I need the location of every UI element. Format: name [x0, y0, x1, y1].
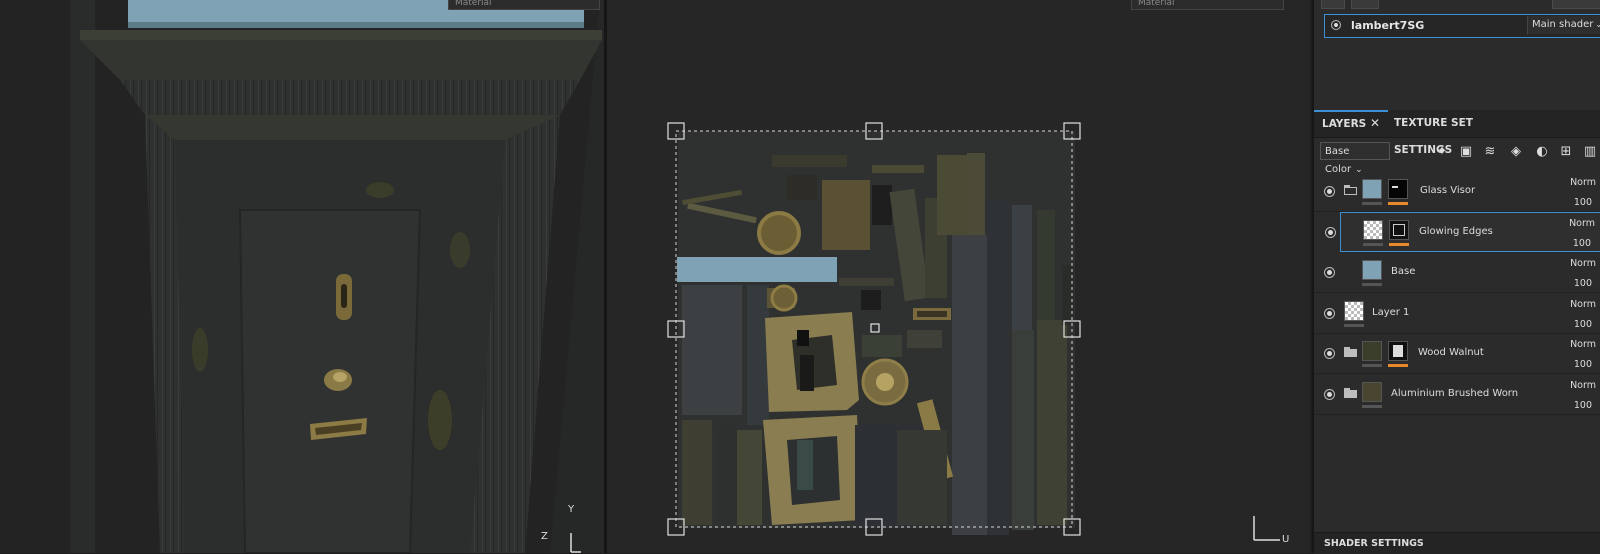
right-panel: lambert7SG Main shader ⌄ LAYERS ✕ TEXTURE… — [1312, 0, 1600, 554]
texture-set-row[interactable]: lambert7SG Main shader ⌄ — [1324, 14, 1600, 38]
folder-icon[interactable] — [1344, 185, 1357, 195]
layer-blend-mode[interactable]: Norm — [1570, 258, 1596, 269]
layer-blend-mode[interactable]: Norm — [1570, 177, 1596, 188]
layer-blend-mode[interactable]: Norm — [1569, 218, 1595, 229]
channel-dropdown-label: Base Color — [1325, 146, 1352, 175]
eye-icon[interactable] — [1324, 186, 1335, 197]
axis-z-label: Z — [541, 531, 548, 542]
fill-layer-icon[interactable]: ▣ — [1458, 144, 1474, 160]
layer-opacity[interactable]: 100 — [1573, 238, 1591, 249]
layers-toolbar: Base Color ⌄ ✦ ▣ ≋ ◈ ◐ ⊞ ▥ — [1314, 138, 1600, 175]
mask-icon[interactable]: ◐ — [1534, 144, 1550, 160]
mask-underline — [1388, 202, 1408, 205]
thumbnail-underline — [1363, 243, 1383, 246]
folder-icon[interactable] — [1344, 388, 1357, 398]
close-icon[interactable]: ✕ — [1370, 110, 1380, 137]
thumbnail-underline — [1362, 364, 1382, 367]
thumbnail-underline — [1362, 283, 1382, 286]
stack-layer-icon[interactable]: ≋ — [1482, 144, 1498, 160]
layer-name: Aluminium Brushed Worn — [1391, 388, 1519, 399]
layer-opacity[interactable]: 100 — [1574, 359, 1592, 370]
trash-icon[interactable]: ▥ — [1582, 144, 1598, 160]
mask-underline — [1388, 364, 1408, 367]
layer-opacity[interactable]: 100 — [1574, 278, 1592, 289]
top-button-stub-2[interactable] — [1351, 0, 1379, 9]
axis-gizmo-2d — [1250, 508, 1285, 546]
layer-row[interactable]: Aluminium Brushed Worn Norm 100 — [1314, 375, 1600, 415]
layer-row[interactable]: Layer 1 Norm 100 — [1314, 294, 1600, 334]
layer-blend-mode[interactable]: Norm — [1570, 339, 1596, 350]
uv-selection-frame[interactable] — [607, 0, 1310, 553]
eye-icon[interactable] — [1324, 267, 1335, 278]
thumbnail-underline — [1344, 324, 1364, 327]
layer-name: Layer 1 — [1372, 307, 1410, 318]
mask-thumbnail[interactable] — [1389, 220, 1409, 240]
layer-name: Wood Walnut — [1418, 347, 1484, 358]
thumbnail-underline — [1362, 405, 1382, 408]
layer-thumbnail — [1344, 301, 1364, 321]
viewport-3d[interactable]: Material Y Z — [0, 0, 604, 553]
paint-bucket-icon[interactable]: ◈ — [1508, 144, 1524, 160]
axis-y-label: Y — [568, 504, 575, 515]
layer-thumbnail — [1362, 179, 1382, 199]
thumbnail-underline — [1362, 202, 1382, 205]
eye-icon[interactable] — [1324, 348, 1335, 359]
mask-thumbnail[interactable] — [1388, 341, 1408, 361]
layer-blend-mode[interactable]: Norm — [1570, 380, 1596, 391]
axis-u-label: U — [1282, 534, 1290, 545]
shader-dropdown-label: Main shader — [1532, 19, 1594, 30]
layer-opacity[interactable]: 100 — [1574, 400, 1592, 411]
material-dropdown-3d-label: Material — [455, 0, 492, 8]
magic-wand-icon[interactable]: ✦ — [1434, 144, 1450, 160]
layer-opacity[interactable]: 100 — [1574, 319, 1592, 330]
layer-row[interactable]: Glass Visor Norm 100 — [1314, 172, 1600, 212]
shader-settings-header[interactable]: SHADER SETTINGS — [1314, 532, 1600, 554]
tab-texture-set-settings[interactable]: TEXTURE SET SETTINGS — [1394, 110, 1518, 156]
layer-name: Base — [1391, 266, 1416, 277]
eye-icon[interactable] — [1325, 227, 1336, 238]
door-model — [70, 0, 604, 553]
layer-thumbnail — [1362, 341, 1382, 361]
layer-thumbnail — [1362, 382, 1382, 402]
chevron-down-icon: ⌄ — [1595, 20, 1600, 29]
mask-thumbnail[interactable] — [1388, 179, 1408, 199]
layer-name: Glowing Edges — [1419, 226, 1493, 237]
panel-tabs: LAYERS ✕ TEXTURE SET SETTINGS — [1314, 110, 1600, 156]
layer-row[interactable]: Wood Walnut Norm 100 — [1314, 334, 1600, 374]
layer-opacity[interactable]: 100 — [1574, 197, 1592, 208]
eye-icon[interactable] — [1324, 389, 1335, 400]
settings-dropdown-stub[interactable] — [1552, 0, 1600, 9]
layer-thumbnail — [1362, 260, 1382, 280]
texture-set-name: lambert7SG — [1351, 19, 1425, 32]
material-dropdown-3d[interactable]: Material — [448, 0, 600, 10]
add-folder-icon[interactable]: ⊞ — [1558, 144, 1574, 160]
layer-name: Glass Visor — [1420, 185, 1476, 196]
layer-blend-mode[interactable]: Norm — [1570, 299, 1596, 310]
layer-row-selected[interactable]: Glowing Edges Norm 100 — [1325, 212, 1600, 252]
shader-settings-title: SHADER SETTINGS — [1324, 538, 1424, 549]
channel-dropdown[interactable]: Base Color ⌄ — [1320, 142, 1390, 175]
texture-set-radio[interactable] — [1331, 20, 1341, 30]
eye-icon[interactable] — [1324, 308, 1335, 319]
layer-row[interactable]: Base Norm 100 — [1314, 253, 1600, 293]
tab-layers-label: LAYERS — [1322, 118, 1367, 130]
mask-underline — [1389, 243, 1409, 246]
viewport-2d[interactable]: Material U — [607, 0, 1310, 553]
shader-dropdown[interactable]: Main shader ⌄ — [1527, 16, 1600, 34]
folder-icon[interactable] — [1344, 347, 1357, 357]
layer-thumbnail — [1363, 220, 1383, 240]
top-button-stub-1[interactable] — [1321, 0, 1345, 9]
